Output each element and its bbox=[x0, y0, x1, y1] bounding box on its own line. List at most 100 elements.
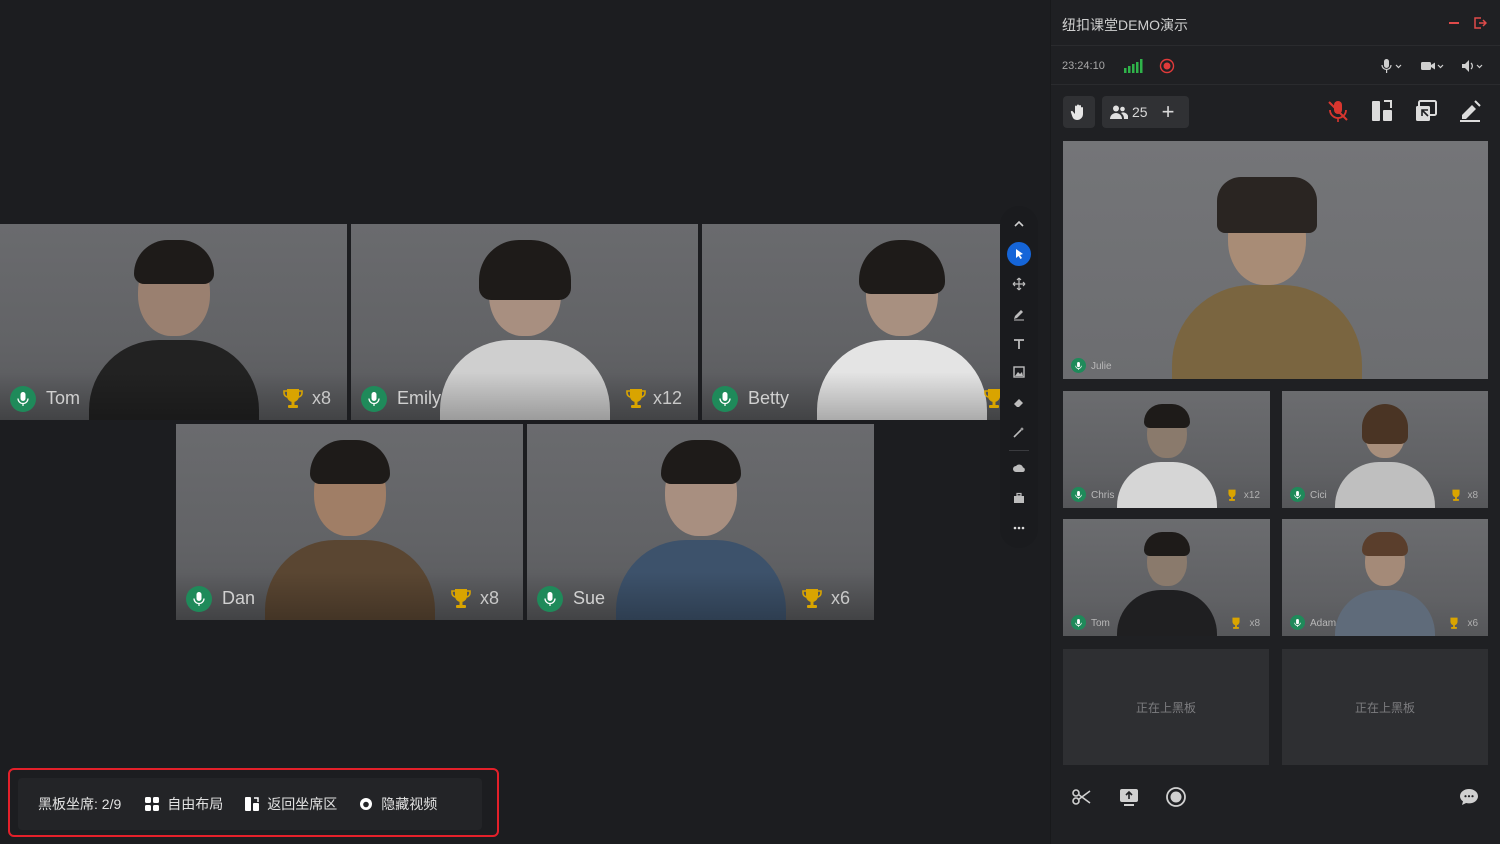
participant-count: 25 bbox=[1132, 104, 1148, 120]
mic-on-icon[interactable] bbox=[186, 586, 212, 612]
more-tools-button[interactable] bbox=[1007, 516, 1031, 540]
student-video-tile[interactable]: Chris x12 bbox=[1063, 391, 1270, 508]
trophy-icon bbox=[802, 589, 822, 608]
cloud-tool-button[interactable] bbox=[1007, 456, 1031, 480]
back-to-seats-label: 返回坐席区 bbox=[267, 796, 338, 812]
free-layout-label: 自由布局 bbox=[167, 796, 224, 812]
magic-wand-icon bbox=[1013, 427, 1024, 438]
screen-share-icon[interactable] bbox=[1413, 98, 1439, 124]
student-name: Tom bbox=[1091, 618, 1110, 629]
cursor-icon bbox=[1016, 249, 1023, 259]
pen-icon bbox=[1014, 310, 1024, 321]
participant-name: Sue bbox=[573, 588, 606, 608]
add-participant-icon[interactable]: + bbox=[1162, 101, 1175, 123]
blackboard-stage: Tom x8 Emily x12 Betty x8 Dan x8 bbox=[0, 0, 1050, 844]
trophy-icon bbox=[1450, 617, 1458, 629]
classroom-side-panel: 纽扣课堂DEMO演示 23:24:10 25 + Julie Chris x12… bbox=[1050, 0, 1500, 844]
record-icon[interactable] bbox=[1159, 58, 1175, 74]
on-blackboard-label: 正在上黑板 bbox=[1135, 700, 1196, 715]
stage-video-tile[interactable]: Dan x8 bbox=[176, 424, 523, 620]
mic-on-icon[interactable] bbox=[1290, 615, 1305, 630]
trophy-icon bbox=[1228, 489, 1236, 501]
toolbox-button[interactable] bbox=[1007, 486, 1031, 510]
mic-on-icon[interactable] bbox=[10, 386, 36, 412]
free-layout-button[interactable]: 自由布局 bbox=[145, 794, 223, 814]
hide-video-label: 隐藏视频 bbox=[381, 796, 438, 812]
classroom-title: 纽扣课堂DEMO演示 bbox=[1062, 17, 1188, 33]
raise-hand-button[interactable] bbox=[1063, 96, 1095, 128]
collapse-toolbar-button[interactable] bbox=[1007, 212, 1031, 236]
student-name: Cici bbox=[1310, 490, 1327, 501]
participant-video bbox=[1116, 526, 1217, 636]
mic-on-icon[interactable] bbox=[537, 586, 563, 612]
trophy-icon bbox=[283, 389, 303, 408]
upload-screen-icon[interactable] bbox=[1118, 786, 1140, 808]
on-blackboard-label: 正在上黑板 bbox=[1354, 700, 1415, 715]
trophy-count: x6 bbox=[1467, 618, 1478, 629]
trophy-icon bbox=[1232, 617, 1240, 629]
student-video-tile[interactable]: Adam x6 bbox=[1282, 519, 1488, 636]
magic-tool-button[interactable] bbox=[1007, 420, 1031, 444]
scissors-icon[interactable] bbox=[1071, 786, 1093, 808]
blackboard-seat-count: 黑板坐席: 2/9 bbox=[38, 796, 122, 812]
back-to-seats-button[interactable]: 返回坐席区 bbox=[245, 794, 337, 814]
whiteboard-toolbar bbox=[1000, 206, 1038, 548]
hide-video-button[interactable]: 隐藏视频 bbox=[359, 794, 437, 814]
cloud-icon bbox=[1013, 464, 1025, 472]
move-icon bbox=[1012, 277, 1026, 291]
mic-on-icon[interactable] bbox=[1071, 615, 1086, 630]
mute-all-icon[interactable] bbox=[1325, 98, 1351, 124]
select-tool-button[interactable] bbox=[1007, 242, 1031, 266]
microphone-dropdown-icon[interactable] bbox=[1381, 58, 1405, 74]
teacher-name: Julie bbox=[1091, 361, 1112, 372]
student-video-tile[interactable]: Cici x8 bbox=[1282, 391, 1488, 508]
stage-video-tile[interactable]: Sue x6 bbox=[527, 424, 874, 620]
record-screen-icon[interactable] bbox=[1165, 786, 1187, 808]
mic-on-icon[interactable] bbox=[712, 386, 738, 412]
mic-on-icon[interactable] bbox=[1071, 487, 1086, 502]
text-tool-button[interactable] bbox=[1007, 332, 1031, 356]
mic-on-icon[interactable] bbox=[1071, 358, 1086, 373]
trophy-icon bbox=[626, 389, 646, 408]
image-tool-button[interactable] bbox=[1007, 360, 1031, 384]
speaker-dropdown-icon[interactable] bbox=[1461, 58, 1485, 74]
more-icon bbox=[1013, 526, 1025, 530]
stage-video-tile[interactable]: Tom x8 bbox=[0, 224, 347, 420]
trophy-count: x12 bbox=[652, 388, 682, 408]
trophy-count: x8 bbox=[1467, 490, 1478, 501]
camera-dropdown-icon[interactable] bbox=[1421, 58, 1445, 74]
mic-on-icon[interactable] bbox=[361, 386, 387, 412]
users-icon bbox=[1110, 105, 1128, 119]
class-timer: 23:24:10 bbox=[1062, 60, 1105, 72]
exit-icon[interactable] bbox=[1473, 16, 1487, 30]
participant-name: Dan bbox=[222, 588, 256, 608]
clear-board-icon[interactable] bbox=[1457, 98, 1483, 124]
participant-video bbox=[1335, 526, 1435, 636]
trophy-count: x6 bbox=[830, 588, 850, 608]
pen-tool-button[interactable] bbox=[1007, 302, 1031, 326]
move-tool-button[interactable] bbox=[1007, 272, 1031, 296]
trophy-icon bbox=[451, 589, 471, 608]
eraser-icon bbox=[1014, 399, 1023, 407]
minimize-button[interactable] bbox=[1449, 22, 1459, 24]
empty-seat-slot: 正在上黑板 bbox=[1063, 649, 1269, 765]
participant-video bbox=[1116, 398, 1217, 508]
stage-video-tile[interactable]: Emily x12 bbox=[351, 224, 698, 420]
student-name: Chris bbox=[1091, 490, 1115, 501]
teacher-video-tile[interactable]: Julie bbox=[1063, 141, 1488, 379]
student-name: Adam bbox=[1310, 618, 1337, 629]
eraser-tool-button[interactable] bbox=[1007, 390, 1031, 414]
empty-seat-slot: 正在上黑板 bbox=[1282, 649, 1488, 765]
participant-name: Emily bbox=[397, 388, 441, 408]
trophy-count: x8 bbox=[1249, 618, 1260, 629]
participant-name: Betty bbox=[748, 388, 790, 408]
trophy-count: x12 bbox=[1243, 490, 1260, 501]
student-video-tile[interactable]: Tom x8 bbox=[1063, 519, 1270, 636]
layout-switch-icon[interactable] bbox=[1369, 98, 1395, 124]
stage-video-tile[interactable]: Betty x8 bbox=[702, 224, 1036, 420]
participant-list-button[interactable]: 25 + bbox=[1102, 96, 1189, 128]
trophy-count: x8 bbox=[479, 588, 499, 608]
trophy-count: x8 bbox=[311, 388, 331, 408]
chat-icon[interactable] bbox=[1458, 786, 1480, 808]
mic-on-icon[interactable] bbox=[1290, 487, 1305, 502]
